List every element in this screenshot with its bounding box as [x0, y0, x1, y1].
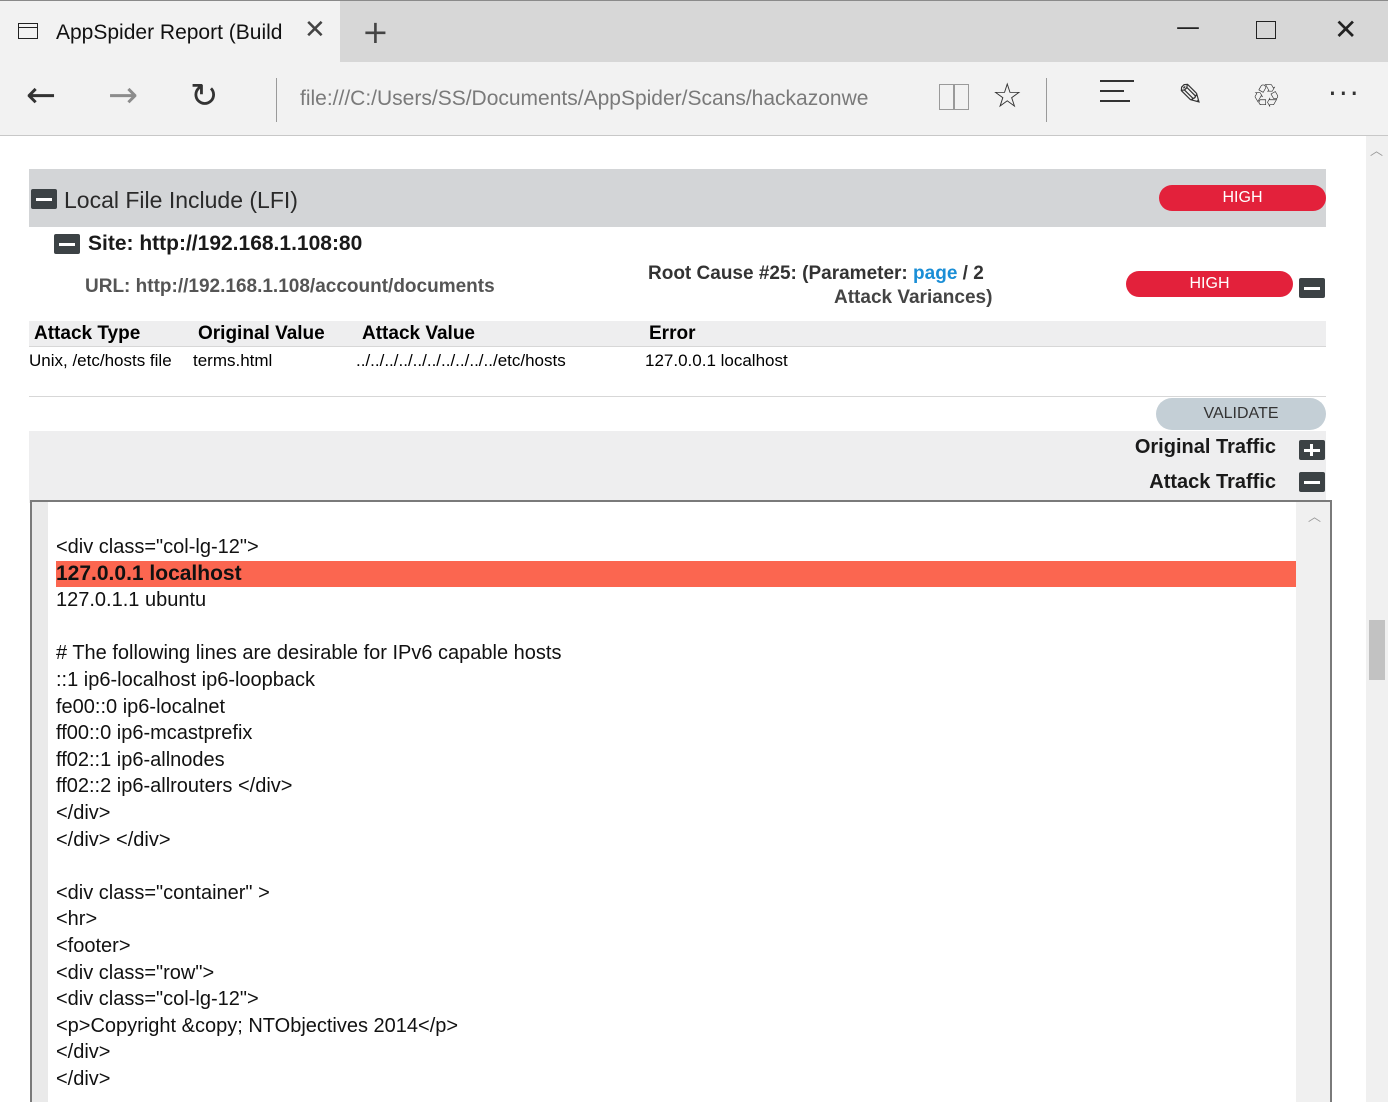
- column-header: Original Value: [198, 323, 325, 344]
- vulnerability-header: Local File Include (LFI) HIGH: [29, 169, 1326, 227]
- page-viewport: Local File Include (LFI) HIGH Site: http…: [0, 136, 1388, 1102]
- code-line: ff02::1 ip6-allnodes: [56, 748, 225, 771]
- page-scroll-up-icon[interactable]: ︿: [1370, 140, 1383, 159]
- column-header: Attack Value: [362, 323, 475, 344]
- tab-bar: AppSpider Report (Build ✕ + — ✕: [0, 0, 1388, 63]
- original-value-cell: terms.html: [193, 351, 273, 370]
- validate-button[interactable]: VALIDATE: [1156, 398, 1326, 430]
- more-icon[interactable]: ···: [1328, 74, 1361, 114]
- attack-table-header: Attack Type Original Value Attack Value …: [29, 321, 1326, 347]
- attack-table: Attack Type Original Value Attack Value …: [29, 321, 1326, 397]
- collapse-root-cause-icon[interactable]: [1299, 278, 1325, 298]
- parameter-link[interactable]: page: [913, 263, 957, 284]
- column-header: Attack Type: [34, 323, 141, 344]
- code-line: <footer>: [56, 934, 131, 957]
- nav-divider: [1046, 78, 1047, 122]
- tab-title: AppSpider Report (Build: [56, 21, 283, 44]
- new-tab-icon[interactable]: +: [362, 13, 389, 51]
- error-cell: 127.0.0.1 localhost: [645, 351, 788, 370]
- reading-view-icon[interactable]: [938, 82, 970, 112]
- code-line: ff00::0 ip6-mcastprefix: [56, 722, 253, 745]
- page-icon: [18, 23, 38, 39]
- code-line: <div class="container" >: [56, 881, 270, 904]
- web-note-icon[interactable]: ✎: [1178, 76, 1203, 116]
- code-gutter: [32, 502, 48, 1102]
- code-line: <hr>: [56, 908, 98, 931]
- code-line: <div class="row">: [56, 961, 215, 984]
- code-line: </div>: [56, 1041, 111, 1064]
- address-bar[interactable]: file:///C:/Users/SS/Documents/AppSpider/…: [300, 87, 920, 111]
- column-header: Error: [649, 323, 696, 344]
- original-traffic-label[interactable]: Original Traffic: [1135, 436, 1276, 459]
- code-scrollbar[interactable]: ︿: [1296, 502, 1330, 1102]
- forward-arrow-icon[interactable]: →: [108, 76, 138, 116]
- attack-variances: Attack Variances): [834, 287, 993, 308]
- code-line: # The following lines are desirable for …: [56, 642, 562, 665]
- browser-tab[interactable]: AppSpider Report (Build ✕: [0, 1, 340, 63]
- root-cause-severity-badge: HIGH: [1126, 271, 1293, 297]
- severity-badge: HIGH: [1159, 185, 1326, 211]
- site-title: Site: http://192.168.1.108:80: [88, 232, 363, 255]
- scroll-up-icon[interactable]: ︿: [1308, 506, 1321, 525]
- traffic-panel: Original Traffic Attack Traffic: [29, 431, 1326, 503]
- maximize-icon[interactable]: [1256, 21, 1276, 39]
- share-icon[interactable]: ♲: [1252, 76, 1281, 116]
- vulnerability-title: Local File Include (LFI): [64, 187, 298, 213]
- attack-type-cell: Unix, /etc/hosts file: [29, 351, 172, 370]
- attack-value-cell: ../../../../../../../../../../etc/hosts: [356, 351, 566, 370]
- code-line: <p>Copyright &copy; NTObjectives 2014</p…: [56, 1014, 459, 1037]
- root-cause-suffix: / 2: [957, 263, 984, 284]
- collapse-icon[interactable]: [31, 189, 57, 209]
- traffic-code: <div class="col-lg-12"> 127.0.0.1 localho…: [56, 534, 1296, 1092]
- refresh-icon[interactable]: ↻: [190, 76, 219, 116]
- page-scrollbar[interactable]: ︿: [1366, 136, 1388, 1102]
- code-line: <div class="col-lg-12">: [56, 536, 259, 558]
- nav-bar: ← → ↻ file:///C:/Users/SS/Documents/AppS…: [0, 62, 1388, 136]
- collapse-attack-traffic-icon[interactable]: [1299, 472, 1325, 492]
- root-cause-prefix: Root Cause #25: (Parameter:: [648, 263, 914, 284]
- nav-divider: [276, 78, 277, 122]
- url-label: URL: http://192.168.1.108/account/docume…: [85, 276, 495, 297]
- table-row: Unix, /etc/hosts file terms.html ../../.…: [29, 347, 1326, 397]
- attack-traffic-label[interactable]: Attack Traffic: [1149, 471, 1276, 494]
- code-line: 127.0.1.1 ubuntu: [56, 589, 207, 612]
- code-line: fe00::0 ip6-localnet: [56, 695, 226, 718]
- attack-traffic-viewer[interactable]: <div class="col-lg-12"> 127.0.0.1 localho…: [30, 500, 1332, 1102]
- root-cause: Root Cause #25: (Parameter: page / 2 Att…: [648, 262, 992, 310]
- highlighted-code-line: 127.0.0.1 localhost: [56, 560, 1296, 588]
- close-tab-icon[interactable]: ✕: [304, 15, 326, 45]
- expand-original-traffic-icon[interactable]: [1299, 440, 1325, 460]
- favorite-star-icon[interactable]: ☆: [992, 76, 1022, 116]
- collapse-site-icon[interactable]: [54, 234, 80, 254]
- page-scroll-thumb[interactable]: [1369, 620, 1385, 680]
- code-line: <div class="col-lg-12">: [56, 988, 259, 1011]
- hub-icon[interactable]: [1100, 80, 1134, 110]
- code-line: </div>: [56, 801, 111, 824]
- back-arrow-icon[interactable]: ←: [26, 76, 56, 116]
- code-line: </div> </div>: [56, 828, 171, 851]
- code-line: </div>: [56, 1067, 111, 1090]
- code-line: ::1 ip6-localhost ip6-loopback: [56, 668, 316, 691]
- code-line: ff02::2 ip6-allrouters </div>: [56, 775, 293, 798]
- window-close-icon[interactable]: ✕: [1334, 13, 1357, 46]
- minimize-icon[interactable]: —: [1176, 13, 1200, 41]
